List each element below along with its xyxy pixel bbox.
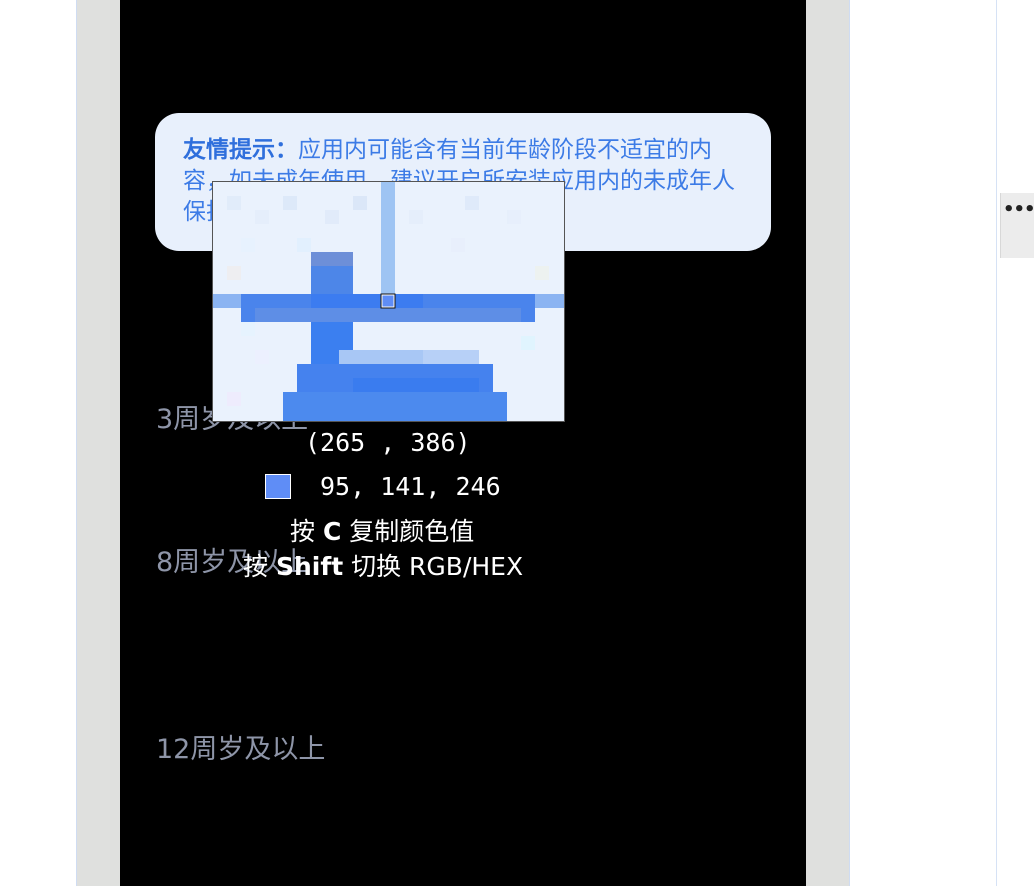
hint-copy-prefix: 按	[290, 517, 323, 546]
picked-color-swatch	[265, 474, 291, 499]
toggle-format-hint: 按 Shift 切换 RGB/HEX	[243, 547, 523, 583]
device-bezel-left	[77, 0, 120, 886]
hint-copy-suffix: 复制颜色值	[341, 517, 475, 546]
panel-divider	[996, 0, 997, 886]
more-dots-icon: •••	[1003, 199, 1034, 220]
page-border-right	[849, 0, 850, 886]
age-option-12[interactable]: 12周岁及以上	[156, 727, 325, 766]
more-options-button[interactable]: •••	[1000, 193, 1034, 258]
hint-shift-key: Shift	[275, 552, 344, 581]
copy-color-hint: 按 C 复制颜色值	[290, 512, 474, 548]
tip-title: 友情提示：	[183, 137, 298, 163]
magnifier-zoom-grid	[213, 182, 564, 421]
color-picker-magnifier	[212, 181, 565, 422]
hint-copy-key: C	[322, 517, 342, 546]
device-bezel-right	[806, 0, 849, 886]
picker-coordinates: (265 , 386)	[305, 428, 471, 457]
hint-shift-prefix: 按	[243, 552, 276, 581]
hint-shift-suffix: 切换 RGB/HEX	[343, 552, 524, 581]
picked-rgb-value: 95, 141, 246	[320, 472, 501, 501]
